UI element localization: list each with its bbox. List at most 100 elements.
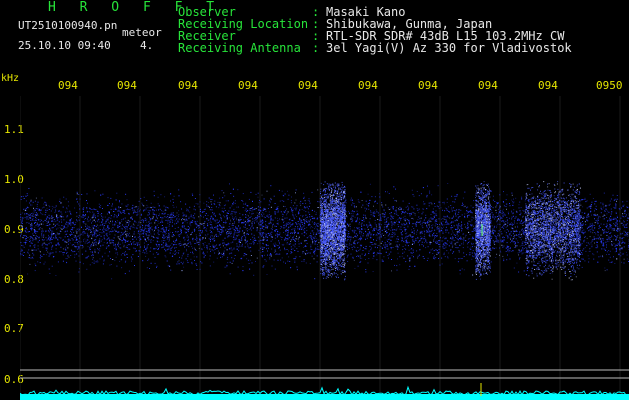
noise-pixel [54, 221, 56, 223]
noise-pixel [274, 268, 276, 270]
noise-pixel [348, 233, 350, 234]
noise-pixel [437, 243, 439, 244]
noise-pixel [251, 210, 253, 212]
noise-pixel [359, 247, 361, 249]
noise-pixel [41, 232, 43, 234]
noise-pixel [242, 214, 244, 216]
noise-pixel [435, 223, 437, 224]
noise-pixel [77, 235, 79, 237]
noise-pixel [453, 210, 455, 211]
noise-pixel [121, 228, 123, 230]
noise-pixel [575, 235, 577, 237]
noise-pixel [265, 260, 267, 262]
noise-pixel [248, 243, 250, 245]
noise-pixel [407, 255, 409, 257]
noise-pixel [596, 244, 598, 246]
noise-pixel [103, 237, 105, 239]
noise-pixel [143, 242, 145, 244]
noise-pixel [521, 219, 523, 221]
noise-pixel [565, 248, 567, 250]
noise-pixel [528, 210, 530, 212]
noise-pixel [471, 224, 473, 226]
noise-pixel [86, 268, 88, 270]
noise-pixel [498, 230, 500, 232]
noise-pixel [351, 215, 353, 217]
noise-pixel [444, 238, 446, 240]
noise-pixel [174, 220, 176, 222]
noise-pixel [270, 236, 272, 238]
noise-pixel [181, 219, 183, 221]
noise-pixel [165, 256, 167, 258]
noise-pixel [519, 245, 521, 247]
noise-pixel [583, 241, 585, 243]
noise-pixel [258, 209, 259, 211]
noise-pixel [308, 200, 310, 202]
noise-pixel [303, 252, 305, 254]
noise-pixel [603, 232, 605, 234]
noise-pixel [510, 235, 512, 237]
noise-pixel [346, 216, 348, 218]
noise-pixel [168, 235, 170, 237]
noise-pixel [608, 236, 610, 238]
noise-pixel [134, 243, 136, 245]
noise-pixel [600, 241, 602, 243]
noise-pixel [75, 230, 77, 232]
noise-pixel [615, 217, 617, 219]
noise-pixel [382, 260, 384, 262]
noise-pixel [234, 200, 236, 202]
noise-pixel [78, 268, 80, 270]
noise-pixel [442, 218, 444, 220]
noise-pixel [243, 203, 245, 205]
noise-pixel [280, 259, 282, 261]
noise-pixel [259, 242, 261, 244]
noise-pixel [414, 214, 416, 216]
noise-pixel [509, 203, 510, 204]
noise-pixel [598, 236, 600, 238]
noise-pixel [236, 206, 238, 208]
noise-pixel [397, 246, 399, 248]
noise-pixel [169, 215, 171, 217]
noise-pixel [242, 266, 244, 268]
noise-pixel [517, 225, 518, 227]
noise-pixel [139, 239, 141, 241]
noise-pixel [309, 202, 311, 204]
noise-pixel [457, 217, 459, 219]
noise-pixel [354, 268, 356, 269]
noise-pixel [86, 256, 88, 258]
noise-pixel [226, 258, 228, 260]
noise-pixel [505, 206, 507, 207]
noise-pixel [413, 243, 415, 245]
noise-pixel [451, 230, 453, 232]
noise-pixel [92, 243, 94, 245]
noise-pixel [522, 215, 524, 217]
noise-pixel [425, 239, 427, 241]
noise-pixel [581, 212, 583, 214]
noise-pixel [90, 251, 92, 253]
noise-pixel [381, 229, 383, 231]
noise-pixel [428, 205, 430, 207]
noise-pixel [68, 240, 70, 242]
noise-pixel [265, 235, 267, 237]
noise-pixel [173, 235, 175, 236]
noise-pixel [392, 218, 394, 219]
noise-pixel [294, 233, 295, 234]
meteor-value: 4. [140, 39, 154, 52]
noise-pixel [55, 209, 57, 211]
noise-pixel [406, 222, 408, 224]
noise-pixel [315, 212, 317, 214]
noise-pixel [143, 231, 145, 233]
noise-pixel [216, 219, 218, 221]
noise-pixel [95, 230, 97, 232]
noise-pixel [508, 234, 510, 236]
noise-pixel [294, 228, 296, 230]
noise-pixel [47, 221, 49, 223]
noise-pixel [147, 244, 149, 246]
noise-pixel [108, 221, 110, 223]
noise-pixel [377, 229, 379, 231]
noise-pixel [285, 223, 287, 225]
noise-pixel [524, 213, 526, 215]
noise-pixel [456, 195, 458, 197]
noise-pixel [245, 229, 247, 231]
noise-pixel [506, 245, 508, 247]
noise-pixel [228, 213, 229, 214]
